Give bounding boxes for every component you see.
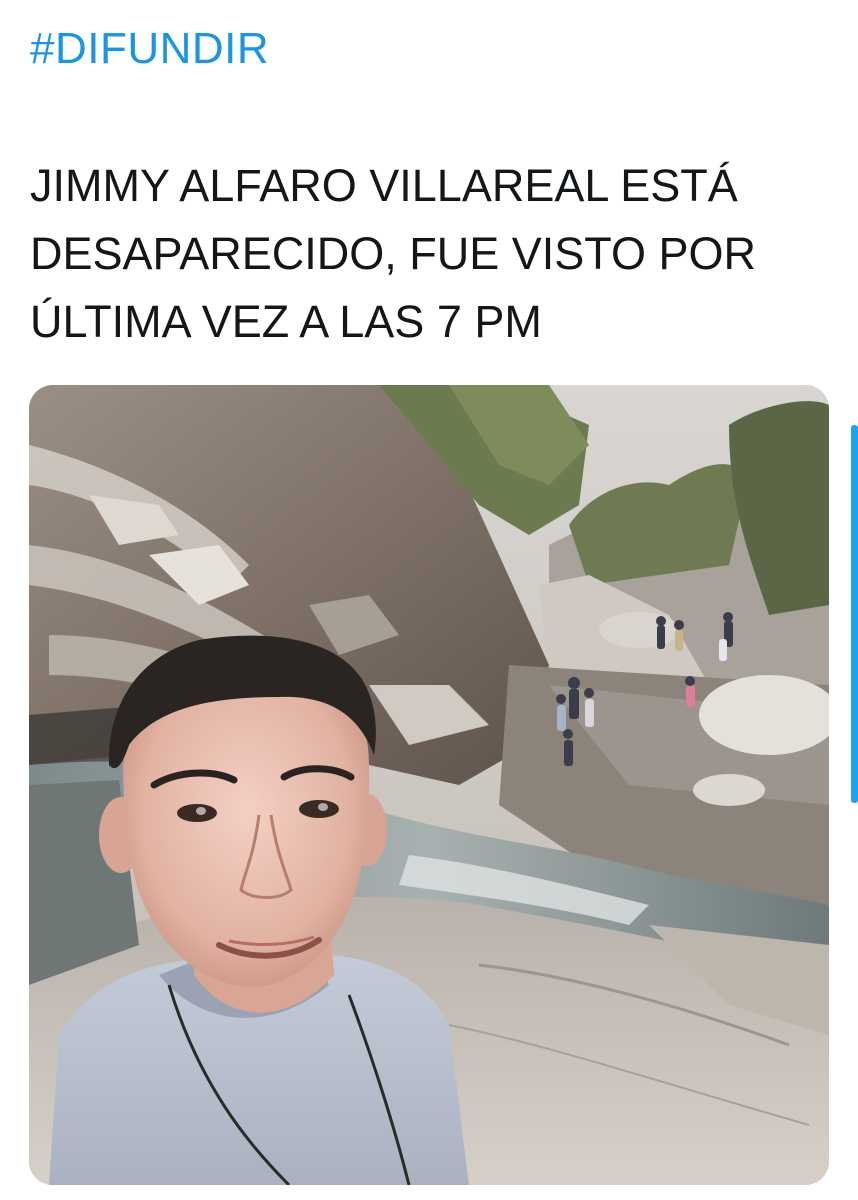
tweet-text-line: ÚLTIMA VEZ A LAS 7 PM [30,296,542,347]
tweet-photo[interactable] [29,385,829,1185]
hashtag-link[interactable]: #DIFUNDIR [30,22,269,76]
scroll-indicator[interactable] [851,425,858,803]
tweet-text: JIMMY ALFARO VILLAREAL ESTÁ DESAPARECIDO… [30,152,830,356]
tweet-text-line: DESAPARECIDO, FUE VISTO POR [30,228,756,279]
photo-illustration [29,385,829,1185]
tweet-text-line: JIMMY ALFARO VILLAREAL ESTÁ [30,160,738,211]
